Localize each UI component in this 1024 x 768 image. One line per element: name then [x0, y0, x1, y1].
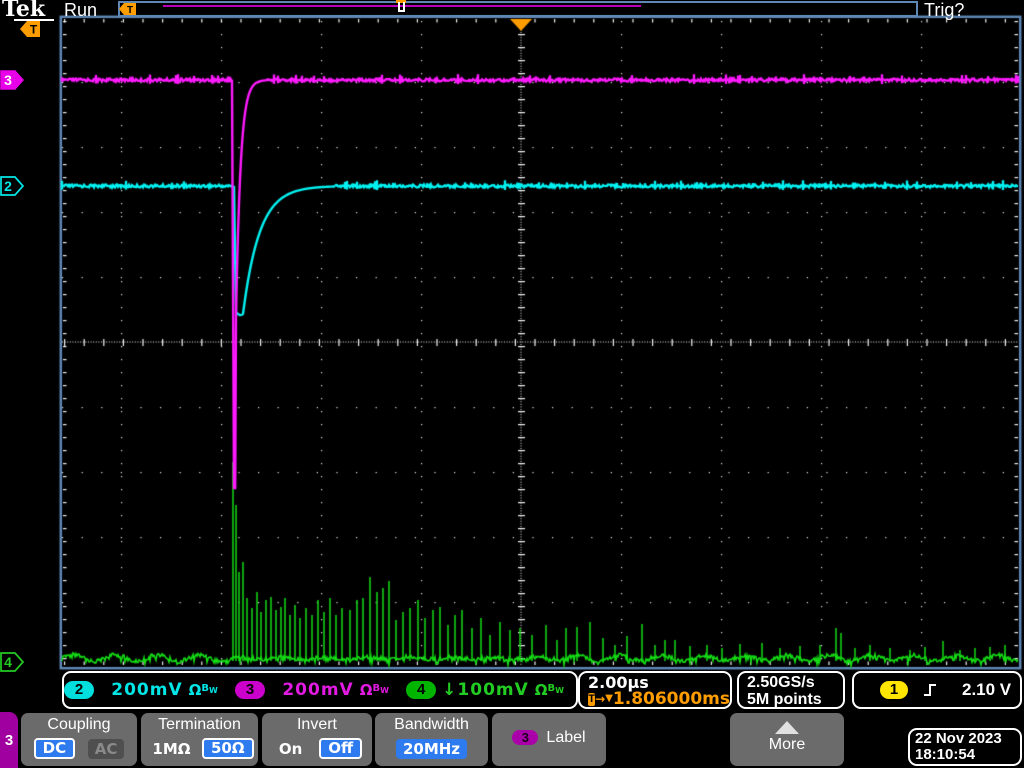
svg-text:2: 2 [4, 178, 12, 194]
arrow-icon: → [595, 692, 606, 706]
marker-icon: ▼ [605, 693, 613, 704]
record-view-waveform [163, 5, 641, 7]
coupling-dc-button[interactable]: DC [33, 738, 76, 759]
invert-off-button[interactable]: Off [319, 738, 363, 759]
trigger-status: Trig? [924, 0, 965, 20]
trigger-source-badge: 1 [880, 681, 908, 699]
channel-3-impedance-icon: ΩBW [359, 681, 389, 699]
label-title: Label [546, 728, 586, 746]
trigger-level-flag-icon[interactable]: T [19, 20, 41, 38]
menu-label[interactable]: 3 Label [492, 713, 606, 766]
horizontal-readout-box: 2.00µs T → ▼ 1.806000ms [578, 671, 732, 709]
record-length: 5M points [747, 690, 822, 708]
menu-coupling[interactable]: Coupling DC AC [21, 713, 137, 766]
channel-4-badge: 4 [406, 681, 437, 699]
channel-3-scale: 200mV [282, 680, 354, 700]
channel-2-impedance-icon: ΩBW [188, 681, 218, 699]
label-channel-badge: 3 [512, 730, 539, 745]
oscilloscope-screen: Tek Run Trig? T T 3 2 4 2 200mV ΩBW 3 20… [0, 0, 1024, 768]
trigger-delay-value: 1.806000ms [612, 689, 730, 709]
termination-50-button[interactable]: 50Ω [201, 738, 254, 759]
svg-text:T: T [30, 23, 38, 37]
channel-4-scale: ↓100mV [442, 680, 529, 700]
channel-4-position-marker[interactable]: 4 [0, 652, 26, 672]
svg-text:4: 4 [4, 654, 12, 670]
record-view-strip [118, 1, 918, 17]
waveform-display [0, 0, 1024, 700]
trigger-delay-icon: T [588, 692, 596, 706]
termination-title: Termination [158, 716, 241, 733]
channel-2-badge: 2 [64, 681, 95, 699]
coupling-title: Coupling [47, 716, 111, 733]
svg-text:T: T [127, 5, 133, 16]
menu-more[interactable]: More [730, 713, 844, 766]
up-arrow-icon [775, 721, 799, 734]
menu-invert[interactable]: Invert On Off [262, 713, 372, 766]
channel-2-scale: 200mV [111, 680, 183, 700]
menu-bandwidth[interactable]: Bandwidth 20MHz [375, 713, 488, 766]
bandwidth-title: Bandwidth [394, 716, 469, 733]
datetime-box: 22 Nov 2023 18:10:54 [908, 728, 1022, 766]
rising-edge-icon [924, 684, 936, 696]
trigger-readout-box: 1 2.10 V [852, 671, 1022, 709]
menu-termination[interactable]: Termination 1MΩ 50Ω [141, 713, 258, 766]
invert-title: Invert [296, 716, 337, 733]
channel-menu-tab: 3 [0, 712, 18, 768]
record-trigger-flag-icon: T [119, 3, 136, 16]
invert-on-button[interactable]: On [272, 739, 309, 759]
channel-readouts-box: 2 200mV ΩBW 3 200mV ΩBW 4 ↓100mV ΩBW [62, 671, 578, 709]
bandwidth-value-button[interactable]: 20MHz [395, 739, 468, 759]
acquisition-status: Run [64, 0, 98, 20]
record-position-marker [398, 10, 405, 12]
trigger-level-value: 2.10 V [962, 680, 1012, 699]
channel-2-position-marker[interactable]: 2 [0, 176, 26, 196]
date-value: 22 Nov 2023 [915, 730, 1002, 747]
termination-1m-button[interactable]: 1MΩ [145, 739, 197, 759]
sample-rate: 2.50GS/s [747, 673, 815, 691]
more-title: More [768, 736, 806, 753]
channel-3-position-marker[interactable]: 3 [0, 70, 26, 90]
svg-text:3: 3 [4, 72, 12, 88]
acquisition-readout-box: 2.50GS/s 5M points [737, 671, 845, 709]
coupling-ac-button[interactable]: AC [87, 738, 125, 759]
channel-3-badge: 3 [235, 681, 266, 699]
channel-4-impedance-icon: ΩBW [534, 681, 564, 699]
time-value: 18:10:54 [915, 746, 976, 763]
